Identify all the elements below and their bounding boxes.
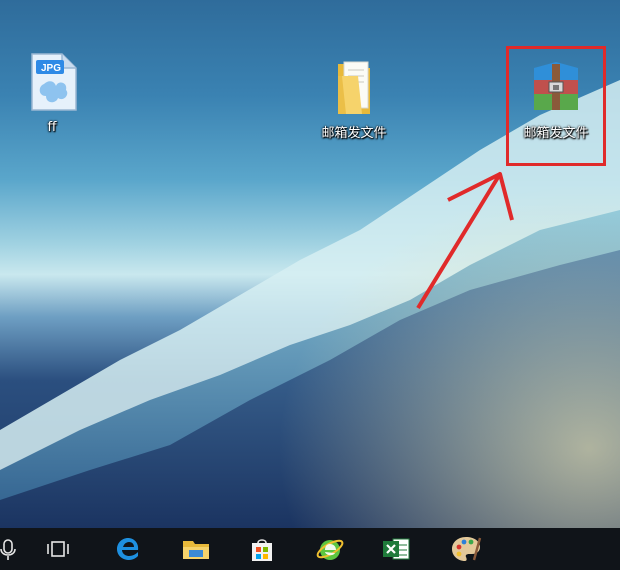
desktop-icon-label: 邮箱发文件 <box>523 126 589 141</box>
winrar-archive-icon <box>534 62 578 110</box>
microphone-button[interactable] <box>0 528 30 570</box>
desktop-icon-label: ff <box>47 120 57 135</box>
paint-button[interactable] <box>444 528 488 570</box>
task-view-icon <box>47 541 69 557</box>
desktop-icon-rar-archive[interactable]: 邮箱发文件 <box>510 56 602 142</box>
desktop-icon-label: 邮箱发文件 <box>321 126 387 141</box>
file-explorer-icon <box>183 541 209 559</box>
edge-icon <box>117 538 139 560</box>
desktop-icon-ff[interactable]: JPG ff <box>6 50 98 136</box>
folder-icon <box>338 61 370 114</box>
store-button[interactable] <box>240 528 284 570</box>
desktop-icon-folder[interactable]: 邮箱发文件 <box>308 56 400 142</box>
jpg-badge: JPG <box>41 63 61 74</box>
taskbar <box>0 528 620 570</box>
svg-text:JPG: JPG <box>41 63 61 74</box>
microphone-icon <box>0 539 16 560</box>
task-view-button[interactable] <box>36 528 80 570</box>
ie-browser-button[interactable] <box>308 528 352 570</box>
edge-button[interactable] <box>106 528 150 570</box>
desktop: JPG ff 邮箱发文件 邮箱发文件 <box>0 0 620 528</box>
excel-button[interactable] <box>374 528 418 570</box>
store-icon <box>252 539 272 561</box>
ie-browser-icon <box>316 539 344 560</box>
excel-icon <box>383 538 410 560</box>
file-explorer-button[interactable] <box>174 528 218 570</box>
paint-icon <box>452 537 482 561</box>
